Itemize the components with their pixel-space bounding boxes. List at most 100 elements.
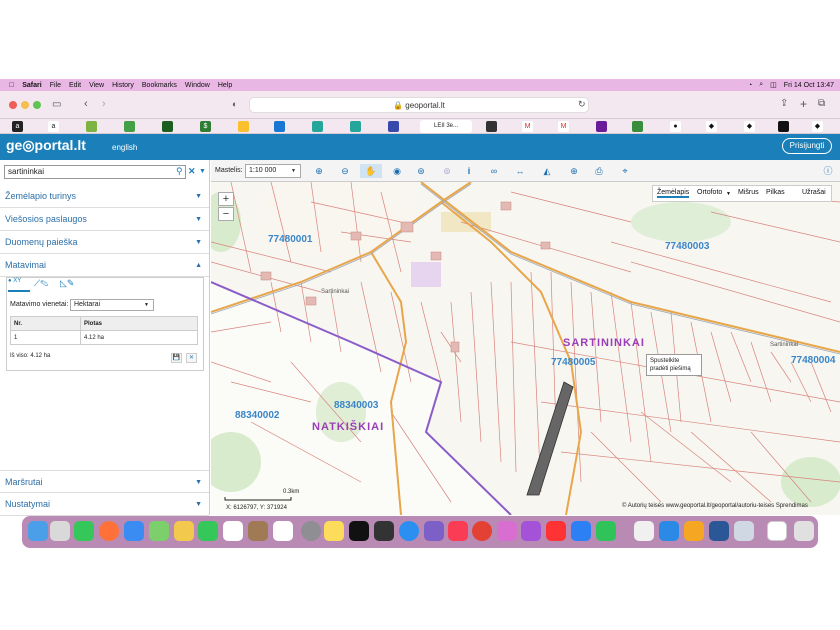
delete-icon[interactable]: ✕ xyxy=(186,353,197,363)
tab-favicon-7[interactable] xyxy=(238,121,249,132)
maps-icon[interactable] xyxy=(149,521,169,541)
calculator-icon[interactable] xyxy=(374,521,394,541)
reload-icon[interactable]: ↻ xyxy=(578,99,586,110)
pan-hand-icon[interactable]: ✋ xyxy=(360,164,382,178)
tab-favicon-9[interactable] xyxy=(312,121,323,132)
control-center-icon[interactable]: ◫ xyxy=(770,81,777,89)
tab-favicon-gmail-2[interactable]: M xyxy=(558,121,569,132)
launchpad-icon[interactable] xyxy=(50,521,70,541)
table-row[interactable]: 1 4.12 ha xyxy=(10,330,198,345)
menu-view[interactable]: View xyxy=(89,82,104,89)
zoom-in-icon[interactable]: ⊕ xyxy=(311,164,327,178)
news-icon[interactable] xyxy=(546,521,566,541)
preview-icon[interactable] xyxy=(734,521,754,541)
system-settings-icon[interactable] xyxy=(301,521,321,541)
globe-icon[interactable]: ◉ xyxy=(389,164,405,178)
tab-favicon-8[interactable] xyxy=(274,121,285,132)
layer-tab-mixed[interactable]: Mišrus xyxy=(738,189,759,196)
section-routes[interactable]: Maršrutai ▼ xyxy=(0,470,209,493)
layer-tab-ortho[interactable]: Ortofoto xyxy=(697,189,722,196)
scale-select[interactable]: 1:10 000 ▼ xyxy=(245,164,301,178)
viber-icon[interactable] xyxy=(424,521,444,541)
tab-favicon-15[interactable] xyxy=(596,121,607,132)
section-settings[interactable]: Nustatymai ▼ xyxy=(0,493,209,516)
forward-arrow-icon[interactable]: › xyxy=(102,98,106,110)
tab-favicon-19[interactable]: ◆ xyxy=(744,121,755,132)
privacy-shield-icon[interactable]: ◐ xyxy=(232,99,237,109)
login-button[interactable]: Prisijungti xyxy=(782,138,832,154)
layer-tab-map[interactable]: Žemėlapis xyxy=(657,189,690,198)
search-icon[interactable]: ⚲ xyxy=(176,166,183,177)
measure-point-tab[interactable]: ● XY xyxy=(8,278,30,292)
measure-area-tab[interactable]: ◺✎ xyxy=(60,278,80,292)
facetime-icon[interactable] xyxy=(198,521,218,541)
section-public-services[interactable]: Viešosios paslaugos ▼ xyxy=(0,208,209,231)
save-icon[interactable]: 💾 xyxy=(171,353,182,363)
tab-favicon-18[interactable]: ◆ xyxy=(706,121,717,132)
minimize-window-button[interactable] xyxy=(21,101,29,109)
contacts-icon[interactable] xyxy=(248,521,268,541)
locate-icon[interactable]: ⌖ xyxy=(617,164,633,178)
menubar-datetime[interactable]: Fri 14 Oct 13:47 xyxy=(784,82,834,89)
word-icon[interactable] xyxy=(709,521,729,541)
menu-file[interactable]: File xyxy=(50,82,61,89)
menu-window[interactable]: Window xyxy=(185,82,210,89)
reminders-icon[interactable] xyxy=(273,521,293,541)
music-icon[interactable] xyxy=(448,521,468,541)
chrome-icon[interactable] xyxy=(472,521,492,541)
tab-favicon-20[interactable] xyxy=(778,121,789,132)
tab-favicon-5[interactable] xyxy=(162,121,173,132)
menu-edit[interactable]: Edit xyxy=(69,82,81,89)
previous-extent-icon[interactable]: ⊛ xyxy=(413,164,429,178)
document-thumbnail-icon[interactable] xyxy=(767,521,787,541)
sidebar-toggle-icon[interactable]: ▭ xyxy=(52,99,61,110)
back-arrow-icon[interactable]: ‹ xyxy=(84,98,88,110)
notes-icon[interactable] xyxy=(324,521,344,541)
tab-favicon-12[interactable] xyxy=(486,121,497,132)
tab-favicon-11[interactable] xyxy=(388,121,399,132)
tab-favicon-10[interactable] xyxy=(350,121,361,132)
search-input[interactable]: sartininkai xyxy=(4,165,186,179)
app-store-icon[interactable] xyxy=(571,521,591,541)
elevation-profile-icon[interactable]: ◭ xyxy=(539,164,555,178)
measure-line-tab[interactable]: ⟋✎ xyxy=(34,278,54,292)
section-measurements[interactable]: Matavimai ▲ xyxy=(0,254,209,277)
zoom-out-icon[interactable]: ⊖ xyxy=(337,164,353,178)
arc-icon[interactable] xyxy=(497,521,517,541)
copyright-text[interactable]: © Autorių teisės www.geoportal.lt/geopor… xyxy=(622,503,808,509)
measure-distance-icon[interactable]: ↔ xyxy=(512,164,528,178)
menu-bookmarks[interactable]: Bookmarks xyxy=(142,82,177,89)
tab-favicon-21[interactable]: ◆ xyxy=(812,121,823,132)
tab-favicon-6[interactable]: $ xyxy=(200,121,211,132)
help-info-icon[interactable]: ⓘ xyxy=(820,164,836,178)
tab-favicon-gmail[interactable]: M xyxy=(522,121,533,132)
safari-icon[interactable] xyxy=(399,521,419,541)
new-tab-icon[interactable]: + xyxy=(800,97,807,111)
section-data-search[interactable]: Duomenų paieška ▼ xyxy=(0,231,209,254)
tab-favicon-16[interactable] xyxy=(632,121,643,132)
layer-tab-labels[interactable]: Užrašai xyxy=(802,189,826,196)
unit-select[interactable]: Hektarai ▼ xyxy=(70,299,154,311)
url-bar[interactable]: 🔒 geoportal.lt xyxy=(249,97,589,113)
podcasts-icon[interactable] xyxy=(521,521,541,541)
info-icon[interactable]: i xyxy=(461,164,477,178)
menu-app-name[interactable]: Safari xyxy=(22,82,41,89)
cadastral-map[interactable] xyxy=(211,182,840,515)
map-zoom-out-button[interactable]: − xyxy=(218,207,234,221)
map-canvas[interactable]: 77480001 77480003 77480005 77480004 8834… xyxy=(211,182,840,515)
active-tab[interactable]: LEII 3e... xyxy=(420,120,472,133)
tab-favicon-amazon[interactable]: a xyxy=(12,121,23,132)
section-map-content[interactable]: Žemėlapio turinys ▼ xyxy=(0,185,209,208)
search-dropdown-icon[interactable]: ▼ xyxy=(199,168,206,175)
search-icon[interactable]: ⌕ xyxy=(759,81,763,89)
layer-tab-grey[interactable]: Pilkas xyxy=(766,189,785,196)
print-icon[interactable]: ⎙ xyxy=(591,164,607,178)
menu-history[interactable]: History xyxy=(112,82,134,89)
calendar-icon[interactable] xyxy=(223,521,243,541)
map-zoom-in-button[interactable]: + xyxy=(218,192,234,206)
tab-favicon-3[interactable] xyxy=(86,121,97,132)
keynote-icon[interactable] xyxy=(659,521,679,541)
whatsapp-icon[interactable] xyxy=(596,521,616,541)
pages-icon[interactable] xyxy=(684,521,704,541)
clear-search-icon[interactable]: ✕ xyxy=(188,166,196,177)
